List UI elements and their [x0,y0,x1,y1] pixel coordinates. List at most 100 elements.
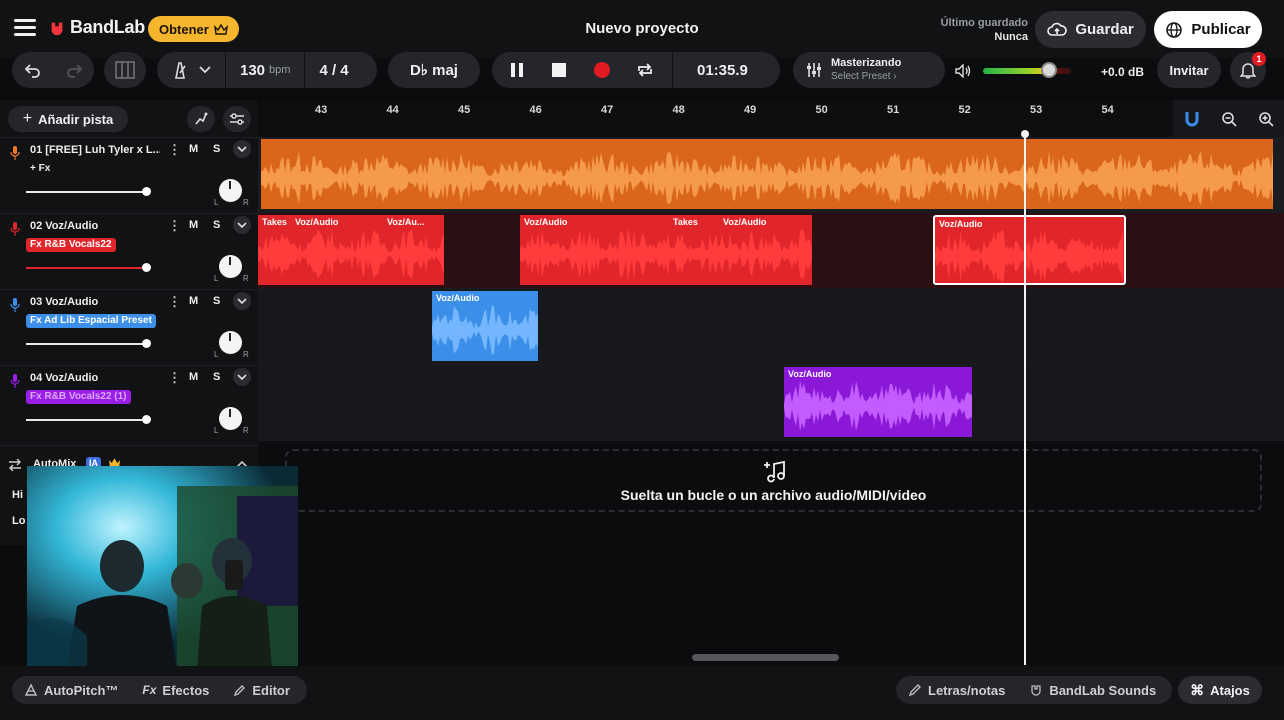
mastering-button[interactable]: Masterizando Select Preset › [793,52,945,88]
playhead[interactable] [1024,133,1026,665]
audio-clip[interactable]: Voz/Audio [784,367,972,437]
horizontal-scrollbar[interactable] [692,654,839,661]
track-header[interactable]: 02 Voz/Audio ⋮ M S Fx R&B Vocals22 L R [0,213,258,288]
more-options-icon[interactable]: ⋮ [168,142,181,158]
chevron-down-icon[interactable] [199,66,211,74]
timeline-ruler[interactable]: 43 44 45 46 47 48 49 50 51 52 53 54 [262,100,1284,137]
audio-clip-selected[interactable]: Voz/Audio [933,215,1126,285]
drop-zone[interactable]: Suelta un bucle o un archivo audio/MIDI/… [285,449,1262,512]
fx-chip[interactable]: + Fx [26,162,54,176]
lane-track-2[interactable]: Takes Voz/Audio Voz/Au... Voz/Audio Take… [258,213,1284,289]
volume-knob[interactable] [1041,62,1057,78]
track-name[interactable]: 01 [FREE] Luh Tyler x L... [30,144,160,156]
track-name[interactable]: 03 Voz/Audio [30,296,98,308]
track-header[interactable]: 01 [FREE] Luh Tyler x L... ⋮ M S + Fx L … [0,137,258,212]
automix-high[interactable]: Hi [12,489,23,501]
chevron-down-icon[interactable] [233,140,251,158]
stop-icon[interactable] [552,63,566,77]
cloud-upload-icon [1047,22,1068,36]
automix-low[interactable]: Lo [12,515,25,527]
editor-button[interactable]: Editor [221,683,302,698]
snap-button[interactable] [1173,100,1210,137]
track-settings-button[interactable] [223,106,251,132]
shortcuts-button[interactable]: ⌘ Atajos [1178,676,1262,704]
piano-button[interactable] [104,52,146,88]
lane-track-3[interactable]: Voz/Audio [258,289,1284,365]
track-header[interactable]: 03 Voz/Audio ⋮ M S Fx Ad Lib Espacial Pr… [0,289,258,364]
save-status: Último guardado Nunca [941,16,1028,44]
automation-button[interactable] [187,106,215,132]
zoom-in-button[interactable] [1247,100,1284,137]
lyrics-button[interactable]: Letras/notas [896,683,1017,698]
autopitch-icon [24,683,38,696]
audio-clip[interactable]: Voz/Audio Takes Voz/Audio [520,215,812,285]
solo-button[interactable]: S [213,371,220,383]
loop-icon[interactable] [636,62,654,78]
solo-button[interactable]: S [213,143,220,155]
volume-slider-track[interactable] [26,191,146,193]
autopitch-button[interactable]: AutoPitch™ [12,683,130,698]
redo-icon[interactable] [65,62,83,78]
chevron-down-icon[interactable] [233,216,251,234]
volume-slider-knob[interactable] [142,263,151,272]
more-options-icon[interactable]: ⋮ [168,294,181,310]
lane-track-4[interactable]: Voz/Audio [258,365,1284,441]
chevron-down-icon[interactable] [233,292,251,310]
track-lanes: Takes Voz/Audio Voz/Au... Voz/Audio Take… [258,137,1284,445]
audio-clip[interactable]: Takes Voz/Audio Voz/Au... [258,215,444,285]
volume-slider-knob[interactable] [142,339,151,348]
track-header[interactable]: 04 Voz/Audio ⋮ M S Fx R&B Vocals22 (1) L… [0,365,258,440]
undo-icon[interactable] [24,62,42,78]
mute-button[interactable]: M [189,219,198,231]
lane-track-1[interactable] [258,137,1284,213]
master-volume-slider[interactable] [983,62,1071,78]
metronome-icon[interactable] [171,61,189,79]
volume-slider-knob[interactable] [142,415,151,424]
pan-knob[interactable] [219,331,242,354]
add-track-button[interactable]: + Añadir pista [8,106,128,132]
effects-label: Efectos [162,682,210,698]
track-name[interactable]: 04 Voz/Audio [30,372,98,384]
fx-chip[interactable]: Fx R&B Vocals22 (1) [26,390,131,404]
more-options-icon[interactable]: ⋮ [168,218,181,234]
clip-label: Voz/Audio [524,217,568,227]
bar-number: 44 [386,104,399,116]
sounds-button[interactable]: BandLab Sounds [1017,683,1168,698]
zoom-out-button[interactable] [1210,100,1247,137]
more-options-icon[interactable]: ⋮ [168,370,181,386]
bar-number: 46 [529,104,542,116]
volume-meter-track [983,68,1071,74]
volume-slider-track[interactable] [26,267,146,269]
speaker-icon[interactable] [955,64,973,78]
pan-knob[interactable] [219,179,242,202]
mute-button[interactable]: M [189,143,198,155]
record-icon[interactable] [594,62,610,78]
time-signature[interactable]: 4 / 4 [319,62,348,79]
microphone-icon [10,298,20,312]
add-track-label: Añadir pista [38,111,114,127]
solo-button[interactable]: S [213,295,220,307]
mute-button[interactable]: M [189,371,198,383]
fx-chip[interactable]: Fx R&B Vocals22 [26,238,116,252]
command-icon: ⌘ [1190,681,1205,698]
chevron-down-icon[interactable] [233,368,251,386]
pause-icon[interactable] [510,62,524,78]
solo-button[interactable]: S [213,219,220,231]
audio-clip[interactable]: Voz/Audio [432,291,538,361]
volume-slider-knob[interactable] [142,187,151,196]
fx-chip[interactable]: Fx Ad Lib Espacial Preset [26,314,156,328]
playhead-handle[interactable] [1021,130,1029,138]
pan-knob[interactable] [219,255,242,278]
invite-button[interactable]: Invitar [1157,52,1221,88]
publish-button[interactable]: Publicar [1154,11,1262,48]
save-button[interactable]: Guardar [1035,11,1146,48]
key-selector[interactable]: D♭ maj [388,52,480,88]
track-name[interactable]: 02 Voz/Audio [30,220,98,232]
volume-slider-track[interactable] [26,419,146,421]
pan-knob[interactable] [219,407,242,430]
tempo-value[interactable]: 130 [240,62,265,79]
mute-button[interactable]: M [189,295,198,307]
audio-clip[interactable] [261,139,1273,209]
volume-slider-track[interactable] [26,343,146,345]
effects-button[interactable]: Fx Efectos [130,683,221,698]
